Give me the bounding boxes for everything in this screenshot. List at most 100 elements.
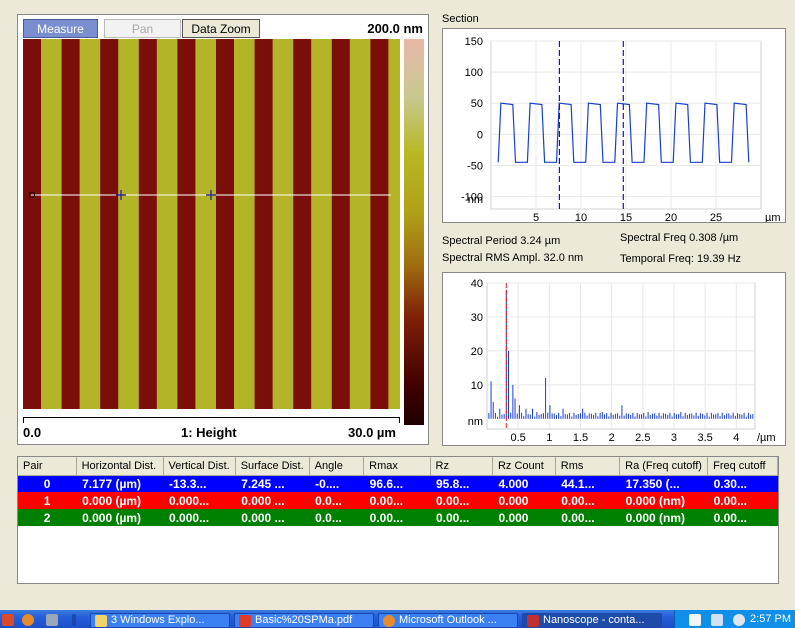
y-tick-label: 150	[465, 36, 483, 48]
spectrum-panel: 40 30 20 10 nm 0.5 1 1.5 2 2.5 3 3.5 4/µm	[442, 272, 786, 446]
table-cell: 0.000 (nm)	[619, 509, 708, 526]
taskbar-item-label: Nanoscope - conta...	[543, 614, 645, 626]
table-cell: 0.000 (µm)	[76, 492, 164, 509]
dark-stripe	[100, 39, 119, 409]
measurement-table-panel: Pair Horizontal Dist. Vertical Dist. Sur…	[17, 456, 779, 584]
z-scale-label: 200.0 nm	[367, 21, 423, 36]
table-cell: 44.1...	[555, 475, 620, 492]
table-cell: 0.000...	[163, 492, 236, 509]
table-cell: 0.00...	[707, 492, 778, 509]
y-tick-label: 30	[471, 312, 483, 324]
table-cell: 0.00...	[707, 509, 778, 526]
table-row[interactable]: 0 7.177 (µm) -13.3... 7.245 ... -0.... 9…	[18, 475, 778, 492]
scale-start-label: 0.0	[23, 425, 42, 440]
table-cell: 0.000 (µm)	[76, 509, 164, 526]
col-header-horizontal-dist[interactable]: Horizontal Dist.	[76, 457, 164, 476]
table-cell: 7.245 ...	[235, 475, 310, 492]
x-tick-label: 0.5	[511, 432, 526, 444]
col-header-ra[interactable]: Ra (Freq cutoff)	[619, 457, 709, 476]
table-cell: 0.000 ...	[235, 492, 310, 509]
table-cell: 0.000 ...	[235, 509, 310, 526]
y-tick-label: 40	[471, 278, 483, 290]
col-header-rmax[interactable]: Rmax	[363, 457, 431, 476]
table-cell: 7.177 (µm)	[76, 475, 164, 492]
dark-stripe	[370, 39, 389, 409]
spectral-period-text: Spectral Period 3.24 µm	[442, 235, 561, 247]
back-icon[interactable]	[733, 614, 745, 626]
col-header-vertical-dist[interactable]: Vertical Dist.	[163, 457, 236, 476]
table-cell: 0.30...	[707, 475, 778, 492]
x-tick-label: 2	[609, 432, 615, 444]
dark-stripe	[331, 39, 350, 409]
taskbar-item-label: Microsoft Outlook ...	[399, 614, 497, 626]
table-cell: 0.0...	[309, 492, 364, 509]
section-profile-chart[interactable]: 150100500-50-100nm5 10 15 20 25 µm	[443, 29, 785, 224]
table-cell: 0.00...	[555, 509, 620, 526]
dark-stripe	[177, 39, 196, 409]
dark-stripe	[138, 39, 157, 409]
taskbar-item-outlook[interactable]: Microsoft Outlook ...	[378, 613, 518, 628]
table-cell: 0.00...	[363, 509, 430, 526]
help-icon[interactable]	[689, 614, 701, 626]
y-tick-label: -50	[467, 160, 483, 172]
table-cell: 95.8...	[430, 475, 493, 492]
nanoscope-window: Measure Pan Data Zoom 200.0 nm 0.0 1: He…	[0, 0, 795, 628]
col-header-freq-cutoff[interactable]: Freq cutoff	[707, 457, 778, 476]
firefox-icon[interactable]	[22, 614, 34, 626]
taskbar-item-explorer[interactable]: 3 Windows Explo...	[90, 613, 230, 628]
calculator-icon[interactable]	[46, 614, 58, 626]
y-tick-label: 100	[465, 67, 483, 79]
col-header-pair[interactable]: Pair	[18, 457, 77, 476]
col-header-angle[interactable]: Angle	[309, 457, 365, 476]
x-unit-label: /µm	[757, 432, 776, 444]
taskbar-item-label: Basic%20SPMa.pdf	[255, 614, 353, 626]
table-cell: 0.000	[492, 509, 556, 526]
taskbar-item-label: 3 Windows Explo...	[111, 614, 205, 626]
table-row[interactable]: 1 0.000 (µm) 0.000... 0.000 ... 0.0... 0…	[18, 492, 778, 509]
table-cell: 0.00...	[430, 492, 493, 509]
height-image-panel: Measure Pan Data Zoom 200.0 nm 0.0 1: He…	[17, 14, 429, 445]
table-cell: 17.350 (...	[619, 475, 708, 492]
table-row[interactable]: 2 0.000 (µm) 0.000... 0.000 ... 0.0... 0…	[18, 509, 778, 526]
dark-stripe	[23, 39, 41, 409]
col-header-rms[interactable]: Rms	[555, 457, 621, 476]
taskbar-item-pdf[interactable]: Basic%20SPMa.pdf	[234, 613, 374, 628]
table-cell: 0.000 (nm)	[619, 492, 708, 509]
x-tick-label: 20	[665, 212, 677, 222]
table-cell: 0.000	[492, 492, 556, 509]
y-tick-label: 20	[471, 346, 483, 358]
quicklaunch-grip-icon	[72, 614, 76, 626]
x-tick-label: 1.5	[573, 432, 588, 444]
outlook-icon	[383, 615, 395, 627]
x-tick-label: 3	[671, 432, 677, 444]
windows-icon[interactable]	[711, 614, 723, 626]
pan-button[interactable]: Pan	[104, 19, 181, 38]
col-header-rz-count[interactable]: Rz Count	[492, 457, 556, 476]
section-title: Section	[442, 13, 479, 25]
afm-height-image[interactable]	[23, 39, 400, 409]
measure-button[interactable]: Measure	[23, 19, 98, 38]
data-zoom-button[interactable]: Data Zoom	[182, 19, 260, 38]
col-header-surface-dist[interactable]: Surface Dist.	[235, 457, 310, 476]
pdf-icon	[239, 615, 251, 627]
dark-stripe	[61, 39, 80, 409]
measurement-table: Pair Horizontal Dist. Vertical Dist. Sur…	[18, 457, 778, 526]
x-scale-axis	[23, 417, 400, 423]
dark-stripe	[254, 39, 273, 409]
temporal-freq-text: Temporal Freq: 19.39 Hz	[620, 253, 742, 265]
plot-area	[486, 282, 756, 430]
table-cell: 0.0...	[309, 509, 364, 526]
taskbar-item-nanoscope[interactable]: Nanoscope - conta...	[522, 613, 662, 628]
color-scale-bar	[404, 39, 424, 425]
system-tray: 2:57 PM	[674, 610, 795, 628]
y-tick-label: 50	[471, 98, 483, 110]
taskbar: 3 Windows Explo... Basic%20SPMa.pdf Micr…	[0, 610, 795, 628]
table-cell: 4.000	[492, 475, 556, 492]
clock: 2:57 PM	[750, 613, 791, 625]
x-tick-label: 15	[620, 212, 632, 222]
start-icon[interactable]	[2, 614, 14, 626]
col-header-rz[interactable]: Rz	[430, 457, 493, 476]
scale-end-label: 30.0 µm	[348, 425, 396, 440]
spectrum-chart[interactable]: 40 30 20 10 nm 0.5 1 1.5 2 2.5 3 3.5 4/µm	[443, 273, 785, 445]
x-tick-label: 25	[710, 212, 722, 222]
